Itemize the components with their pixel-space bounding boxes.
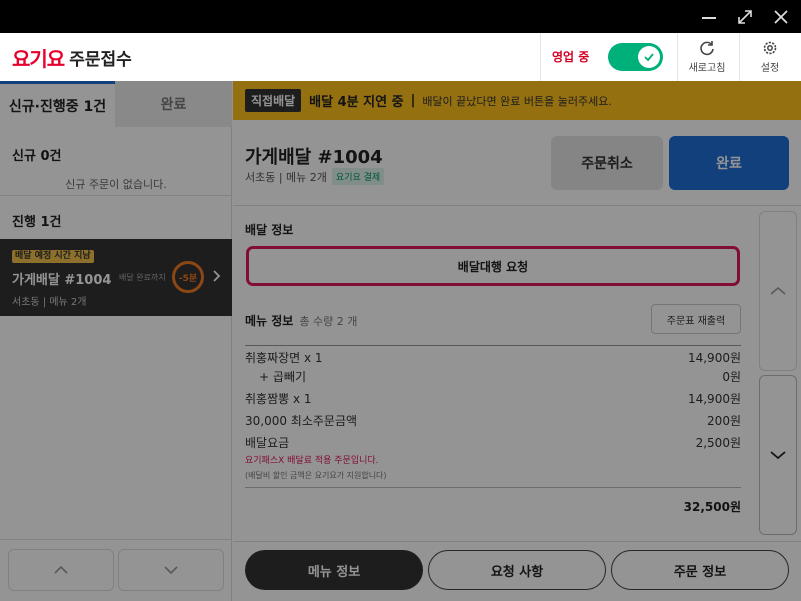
tab-in-progress[interactable]: 신규·진행중 1건 xyxy=(0,81,115,127)
progress-orders-title: 진행 1건 xyxy=(12,215,62,230)
scroll-up-button[interactable] xyxy=(759,211,797,371)
close-icon xyxy=(774,9,788,24)
chevron-down-icon xyxy=(770,451,786,460)
fee-price: 200원 xyxy=(707,414,741,428)
content-divider xyxy=(233,205,801,206)
order-card-title: 가게배달 #1004 xyxy=(12,273,112,288)
order-card-1004[interactable]: 배달 예정 시간 지남 가게배달 #1004 배달 완료까지 -5분 서초동 |… xyxy=(0,239,232,316)
notice-tag: 직접배달 xyxy=(245,89,302,112)
header-divider xyxy=(739,33,740,81)
menu-divider xyxy=(245,345,741,346)
menu-item-row: 취홍짜장면 x 1 14,900원 xyxy=(245,349,741,367)
pager-divider xyxy=(0,539,232,540)
section-divider xyxy=(0,195,232,196)
maximize-button[interactable] xyxy=(728,0,762,33)
settings-label: 설정 xyxy=(760,63,780,74)
tab-completed[interactable]: 완료 xyxy=(115,81,232,127)
close-button[interactable] xyxy=(764,0,798,33)
menu-item-name: 취홍짜장면 x 1 xyxy=(245,351,323,365)
cancel-order-button[interactable]: 주문취소 xyxy=(551,136,663,190)
late-badge: 배달 예정 시간 지남 xyxy=(12,250,94,263)
settings-button[interactable]: 설정 xyxy=(745,37,795,77)
menu-option-name: + 곱빼기 xyxy=(259,370,306,384)
new-orders-empty: 신규 주문이 없습니다. xyxy=(65,178,167,191)
menu-item-price: 14,900원 xyxy=(687,351,741,365)
order-subinfo: 서초동 | 메뉴 2개 요기요 결제 xyxy=(245,168,385,185)
fee-row: 30,000 최소주문금액 200원 xyxy=(245,412,741,430)
gear-icon xyxy=(763,41,777,55)
tab-request[interactable]: 요청 사항 xyxy=(428,550,606,590)
fee-row: 배달요금 2,500원 xyxy=(245,434,741,452)
list-page-down-button[interactable] xyxy=(118,549,224,591)
order-total: 32,500원 xyxy=(683,500,741,514)
delivery-request-button[interactable]: 배달대행 요청 xyxy=(246,246,740,286)
bottom-divider xyxy=(233,541,801,542)
menu-item-price: 14,900원 xyxy=(687,392,741,406)
menu-info-header: 메뉴 정보 총 수량 2 개 xyxy=(245,312,357,329)
menu-info-title: 메뉴 정보 xyxy=(245,314,294,328)
fee-name: 배달요금 xyxy=(245,436,290,450)
app-window: 요기요 주문접수 영업 중 새로고침 설정 신규·진행중 1건 완료 신규 0건… xyxy=(0,0,801,601)
new-orders-title: 신규 0건 xyxy=(12,149,62,164)
scroll-down-button[interactable] xyxy=(759,375,797,535)
minimize-button[interactable] xyxy=(692,0,726,33)
check-icon xyxy=(644,53,654,62)
total-divider xyxy=(245,487,741,488)
menu-item-row: 취홍짬뽕 x 1 14,900원 xyxy=(245,390,741,408)
fee-name: 30,000 최소주문금액 xyxy=(245,414,358,428)
order-timer: -5분 xyxy=(172,261,204,293)
tab-menu-info[interactable]: 메뉴 정보 xyxy=(245,550,423,590)
refresh-label: 새로고침 xyxy=(688,63,726,74)
notice-message: 배달이 끝났다면 완료 버튼을 눌러주세요. xyxy=(422,94,612,108)
chevron-down-icon xyxy=(164,566,178,575)
chevron-up-icon xyxy=(770,286,786,295)
window-titlebar xyxy=(0,0,801,33)
minimize-icon xyxy=(702,16,716,19)
order-list-panel: 신규·진행중 1건 완료 신규 0건 신규 주문이 없습니다. 진행 1건 배달… xyxy=(0,81,232,601)
app-subtitle: 주문접수 xyxy=(69,49,132,70)
app-logo: 요기요 주문접수 xyxy=(12,43,132,71)
menu-option-row: + 곱빼기 0원 xyxy=(245,368,741,386)
delay-notice-banner: 직접배달 배달 4분 지연 중 | 배달이 끝났다면 완료 버튼을 눌러주세요. xyxy=(233,81,801,120)
tab-order-info[interactable]: 주문 정보 xyxy=(611,550,789,590)
refresh-icon xyxy=(700,41,714,56)
refresh-button[interactable]: 새로고침 xyxy=(682,37,732,77)
header-divider xyxy=(677,33,678,81)
menu-item-name: 취홍짬뽕 x 1 xyxy=(245,392,312,406)
payment-badge: 요기요 결제 xyxy=(331,168,385,185)
brand-name: 요기요 xyxy=(12,46,65,71)
open-status-toggle[interactable] xyxy=(608,43,663,71)
yogipass-subnote: (배달비 할인 금액은 요기요가 지원합니다) xyxy=(245,471,387,480)
delivery-info-title: 배달 정보 xyxy=(245,223,294,237)
notice-title: 배달 4분 지연 중 xyxy=(309,95,404,110)
order-card-sub: 서초동 | 메뉴 2개 xyxy=(12,297,87,308)
yogipass-note: 요기패스X 배달료 적용 주문입니다. xyxy=(245,456,379,466)
reprint-button[interactable]: 주문표 재출력 xyxy=(651,304,741,334)
open-status-label: 영업 중 xyxy=(552,50,590,64)
chevron-up-icon xyxy=(54,565,68,574)
order-card-until: 배달 완료까지 xyxy=(119,273,166,282)
order-title: 가게배달 #1004 xyxy=(245,147,383,168)
header-divider xyxy=(540,33,541,81)
menu-option-price: 0원 xyxy=(722,370,741,384)
order-location: 서초동 | 메뉴 2개 xyxy=(245,170,327,184)
app-header: 요기요 주문접수 영업 중 새로고침 설정 xyxy=(0,33,801,81)
list-page-up-button[interactable] xyxy=(8,549,114,591)
chevron-right-icon xyxy=(213,270,221,282)
order-detail-panel: 직접배달 배달 4분 지연 중 | 배달이 끝났다면 완료 버튼을 눌러주세요.… xyxy=(233,81,801,601)
expand-icon xyxy=(738,9,752,24)
fee-price: 2,500원 xyxy=(695,436,741,450)
toggle-knob xyxy=(638,46,660,68)
notice-separator: | xyxy=(410,93,416,108)
complete-order-button[interactable]: 완료 xyxy=(669,136,789,190)
menu-quantity: 총 수량 2 개 xyxy=(299,315,358,328)
